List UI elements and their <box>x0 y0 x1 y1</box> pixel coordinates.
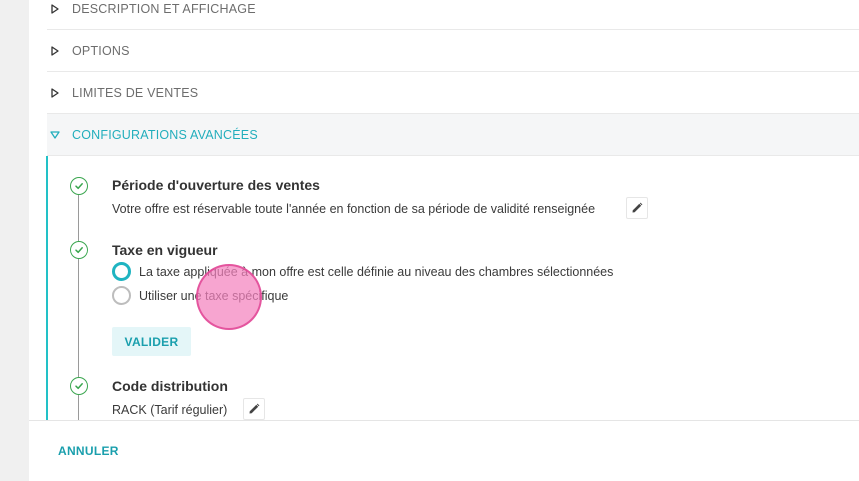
opening-period-title: Période d'ouverture des ventes <box>112 177 320 193</box>
tax-title: Taxe en vigueur <box>112 242 218 258</box>
footer-bar: ANNULER <box>29 420 859 481</box>
radio-label: La taxe appliquée à mon offre est celle … <box>139 264 614 279</box>
tax-option-specific-tax[interactable]: Utiliser une taxe spécifique <box>112 286 288 305</box>
triangle-right-icon <box>51 87 59 98</box>
section-description-display[interactable]: DESCRIPTION ET AFFICHAGE <box>47 0 859 30</box>
opening-period-description: Votre offre est réservable toute l'année… <box>112 202 596 216</box>
advanced-configurations-content: Période d'ouverture des ventes Votre off… <box>46 156 859 420</box>
pencil-icon <box>632 202 643 213</box>
section-label: DESCRIPTION ET AFFICHAGE <box>72 1 256 16</box>
section-advanced-configurations[interactable]: CONFIGURATIONS AVANCÉES <box>47 114 859 156</box>
section-label: OPTIONS <box>72 43 130 58</box>
distribution-code-title: Code distribution <box>112 378 228 394</box>
edit-opening-period-button[interactable] <box>626 197 648 219</box>
triangle-right-icon <box>51 3 59 14</box>
triangle-right-icon <box>51 45 59 56</box>
check-circle-icon <box>70 377 88 395</box>
cancel-button[interactable]: ANNULER <box>58 444 119 458</box>
edit-distribution-code-button[interactable] <box>243 398 265 420</box>
validate-button[interactable]: VALIDER <box>112 327 191 356</box>
section-label: CONFIGURATIONS AVANCÉES <box>72 127 258 142</box>
radio-label: Utiliser une taxe spécifique <box>139 288 289 303</box>
tax-option-room-tax[interactable]: La taxe appliquée à mon offre est celle … <box>112 262 613 281</box>
distribution-code-value: RACK (Tarif régulier) <box>112 403 228 417</box>
pencil-icon <box>249 403 260 414</box>
triangle-down-icon <box>50 130 60 139</box>
radio-checked[interactable] <box>112 262 131 281</box>
check-circle-icon <box>70 177 88 195</box>
section-sales-limits[interactable]: LIMITES DE VENTES <box>47 72 859 114</box>
section-options[interactable]: OPTIONS <box>47 30 859 72</box>
offer-settings-panel: DESCRIPTION ET AFFICHAGE OPTIONS LIMITES… <box>29 0 859 481</box>
radio-unchecked[interactable] <box>112 286 131 305</box>
check-circle-icon <box>70 241 88 259</box>
section-label: LIMITES DE VENTES <box>72 85 199 100</box>
